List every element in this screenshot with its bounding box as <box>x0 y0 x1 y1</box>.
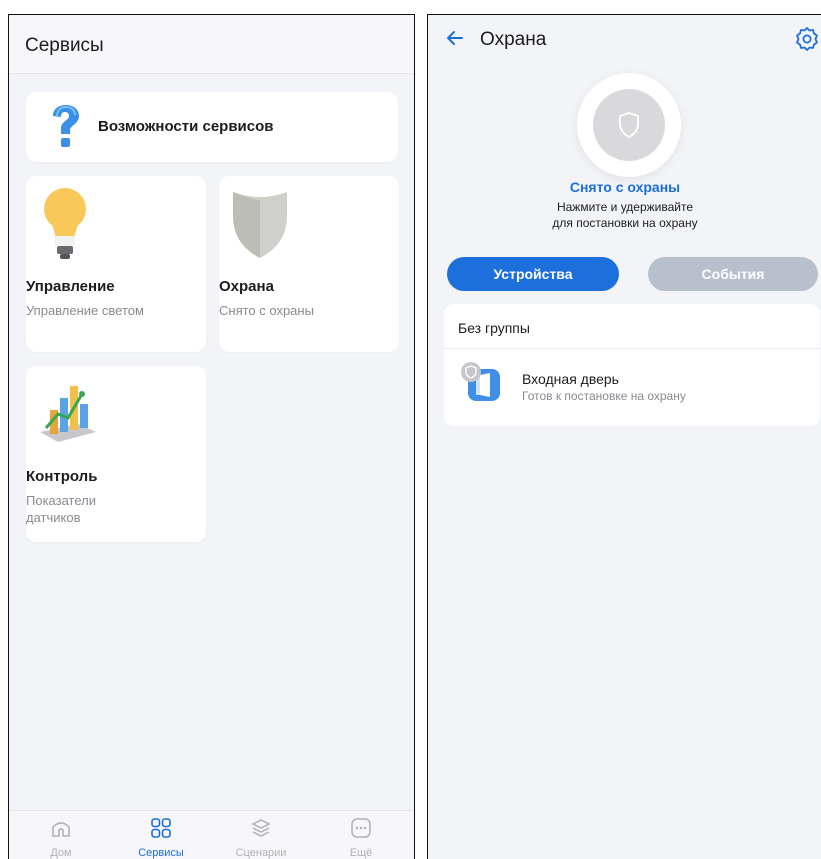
service-tile-security[interactable]: Охрана Снято с охраны <box>219 176 399 352</box>
security-screen: Охрана Снято с охраны Нажмите и удержива… <box>427 14 821 859</box>
tab-more[interactable]: Ещё <box>321 817 401 859</box>
arm-toggle-core <box>593 89 665 161</box>
more-icon <box>321 817 401 844</box>
device-row[interactable]: Входная дверь Готов к постановке на охра… <box>444 349 820 425</box>
tab-scenarios[interactable]: Сценарии <box>221 817 301 859</box>
question-icon <box>48 104 82 155</box>
shield-icon <box>229 188 291 265</box>
home-icon <box>21 817 101 844</box>
tile-subtitle: Снято с охраны <box>219 303 314 318</box>
bottom-tab-bar: Дом Сервисы Сценарии Ещё <box>9 810 414 859</box>
door-sensor-icon <box>460 361 502 405</box>
arm-status-text: Снято с охраны <box>569 179 681 195</box>
service-features-card[interactable]: Возможности сервисов <box>26 92 398 162</box>
tile-subtitle: Управление светом <box>26 303 144 318</box>
service-tile-monitoring[interactable]: Контроль Показатели датчиков <box>26 366 206 542</box>
arm-toggle-button[interactable] <box>577 73 681 177</box>
tab-label: Сценарии <box>235 847 287 859</box>
security-header: Охрана <box>428 15 821 65</box>
layers-icon <box>221 817 301 844</box>
tab-label: Ещё <box>349 847 373 859</box>
services-screen: Сервисы Возможности сервисов Управление … <box>8 14 415 859</box>
light-bulb-icon <box>42 186 88 267</box>
device-group-card: Без группы Входная дверь Готов к постано… <box>444 304 820 426</box>
gear-icon[interactable] <box>793 25 821 53</box>
device-status: Готов к постановке на охрану <box>522 389 686 403</box>
tab-devices[interactable]: Устройства <box>447 257 619 291</box>
tile-title: Контроль <box>26 468 98 485</box>
shield-outline-icon <box>619 112 639 139</box>
back-arrow-icon[interactable] <box>442 25 468 51</box>
tab-label: Дом <box>50 847 72 859</box>
service-tile-light-control[interactable]: Управление Управление светом <box>26 176 206 352</box>
page-title: Охрана <box>480 29 547 50</box>
tab-home[interactable]: Дом <box>21 817 101 859</box>
services-header: Сервисы <box>9 15 414 74</box>
page-title: Сервисы <box>25 35 104 56</box>
tab-label: Сервисы <box>138 847 184 859</box>
tab-events[interactable]: События <box>648 257 818 291</box>
arm-hint-text: Нажмите и удерживайте для постановки на … <box>428 199 821 231</box>
arm-hint-line-1: Нажмите и удерживайте <box>556 200 694 214</box>
tile-subtitle: Показатели датчиков <box>26 493 96 525</box>
grid-icon <box>121 817 201 844</box>
tile-title: Охрана <box>219 278 274 295</box>
group-title: Без группы <box>458 320 530 336</box>
arm-hint-line-2: для постановки на охрану <box>552 216 698 230</box>
tile-title: Управление <box>26 278 115 295</box>
tab-services[interactable]: Сервисы <box>121 817 201 859</box>
chart-icon <box>38 380 98 449</box>
service-features-label: Возможности сервисов <box>98 118 274 135</box>
device-name: Входная дверь <box>522 371 619 387</box>
